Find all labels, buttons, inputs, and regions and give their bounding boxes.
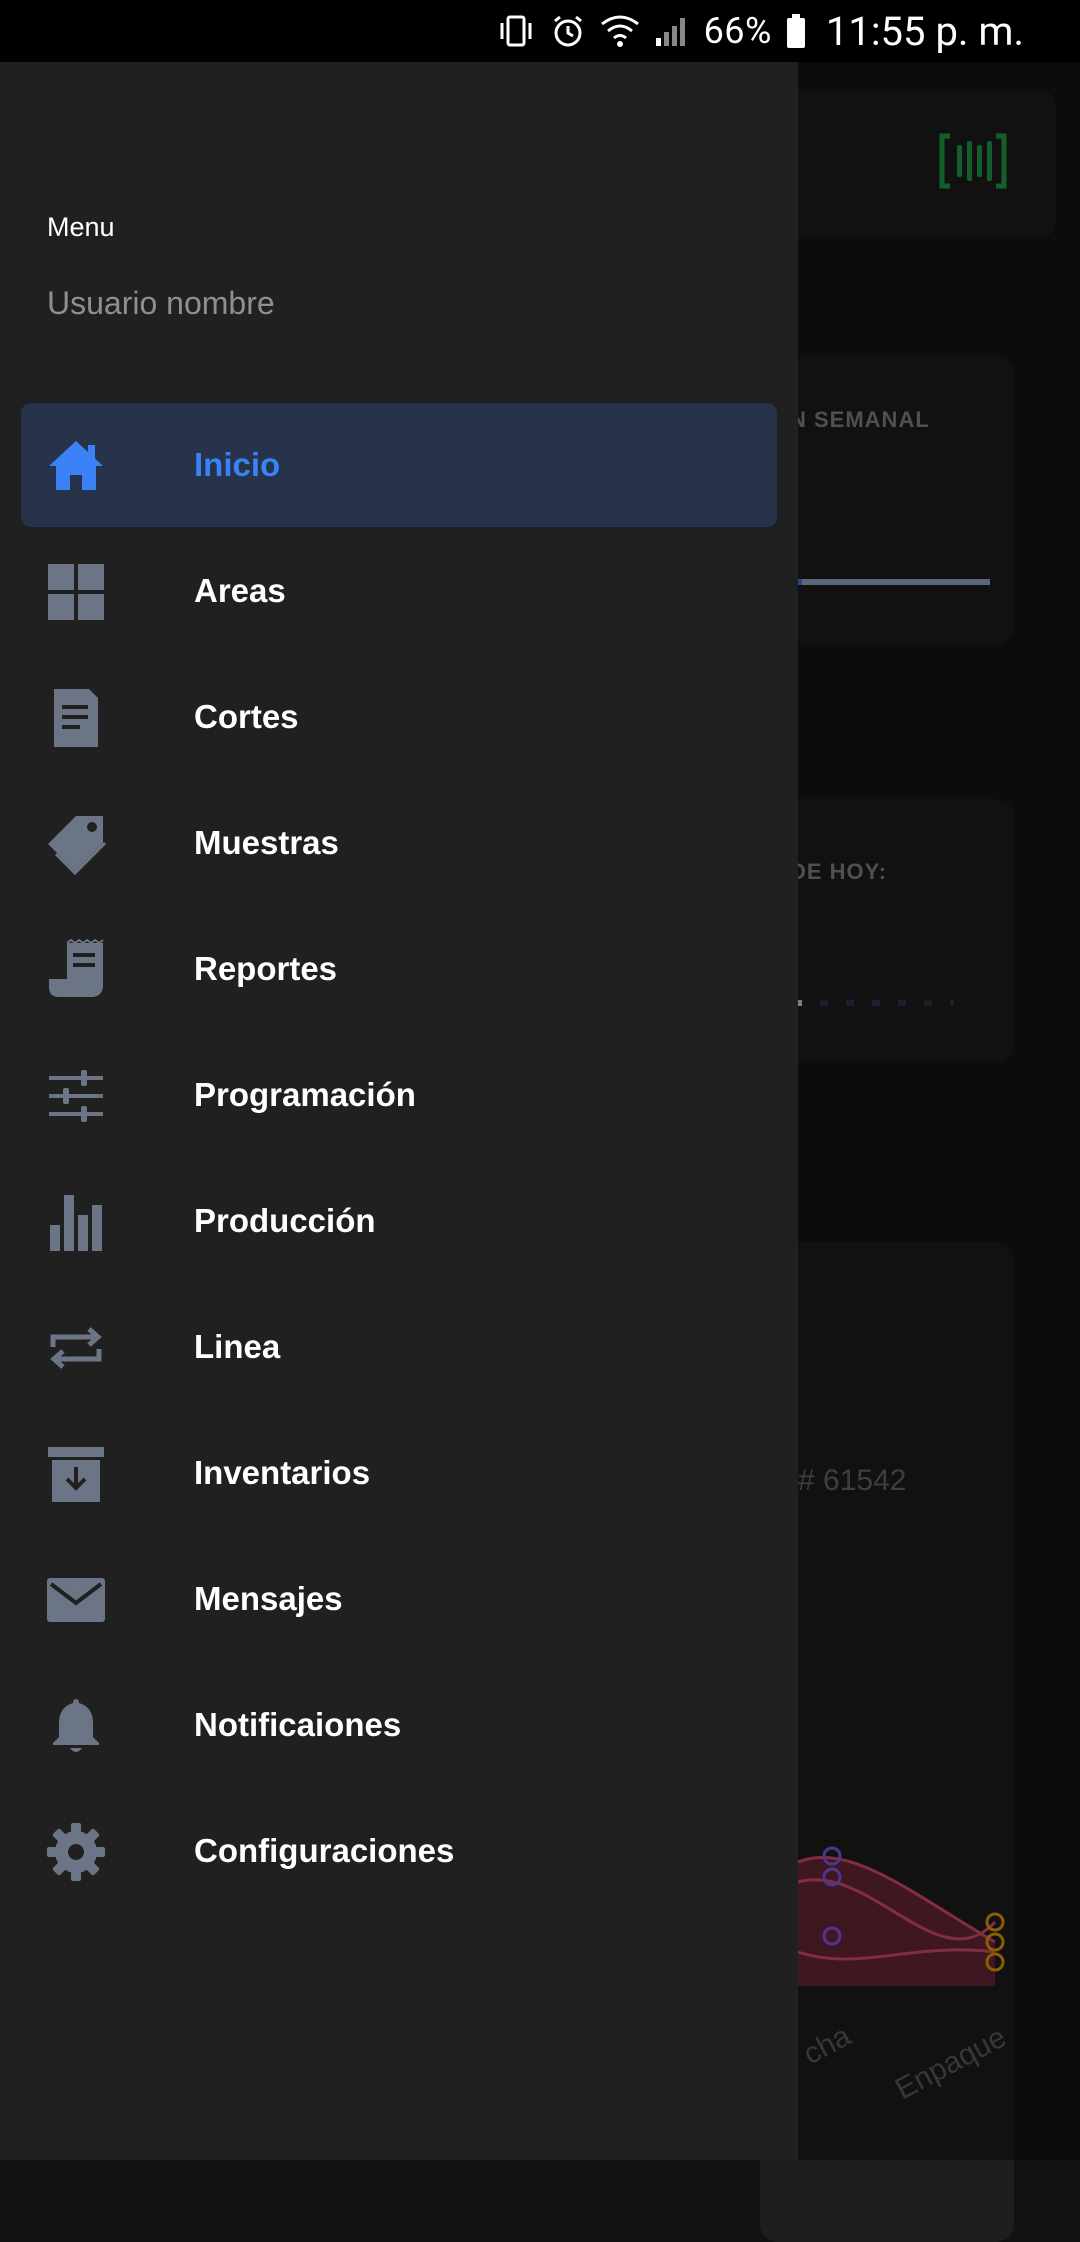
bar-chart-icon xyxy=(45,1191,107,1253)
drawer-title: Menu xyxy=(47,212,115,242)
mail-icon xyxy=(45,1569,107,1631)
menu-item-cortes[interactable]: Cortes xyxy=(21,655,777,779)
menu-item-label: Cortes xyxy=(194,698,299,735)
document-icon xyxy=(45,687,107,749)
bell-icon xyxy=(45,1695,107,1757)
sliders-icon xyxy=(45,1065,107,1127)
menu-item-label: Linea xyxy=(194,1328,281,1365)
menu-item-notificaciones[interactable]: Notificaiones xyxy=(21,1663,777,1787)
battery-percent: 66% xyxy=(703,10,772,52)
menu-item-label: Inventarios xyxy=(194,1454,371,1491)
tag-icon xyxy=(45,813,107,875)
menu-item-label: Notificaiones xyxy=(194,1706,402,1743)
home-icon xyxy=(45,435,107,497)
user-name: Usuario nombre xyxy=(47,285,275,321)
battery-icon xyxy=(786,14,805,48)
menu-item-mensajes[interactable]: Mensajes xyxy=(21,1537,777,1661)
menu-item-label: Muestras xyxy=(194,824,339,861)
menu-item-label: Programación xyxy=(194,1076,416,1113)
menu-item-label: Configuraciones xyxy=(194,1832,455,1869)
menu-item-reportes[interactable]: Reportes xyxy=(21,907,777,1031)
menu-item-produccion[interactable]: Producción xyxy=(21,1159,777,1283)
menu-item-label: Inicio xyxy=(194,446,281,483)
menu-item-areas[interactable]: Areas xyxy=(21,529,777,653)
clock: 11:55 p. m. xyxy=(825,7,1024,55)
menu-item-inventarios[interactable]: Inventarios xyxy=(21,1411,777,1535)
status-bar: 66% 11:55 p. m. xyxy=(0,0,1080,62)
wifi-icon xyxy=(600,15,639,47)
menu-item-label: Producción xyxy=(194,1202,376,1239)
gear-icon xyxy=(45,1821,107,1883)
drawer-scrim[interactable] xyxy=(798,62,1080,2160)
menu-item-programacion[interactable]: Programación xyxy=(21,1033,777,1157)
menu-item-muestras[interactable]: Muestras xyxy=(21,781,777,905)
menu-item-linea[interactable]: Linea xyxy=(21,1285,777,1409)
receipt-icon xyxy=(45,939,107,1001)
menu-item-label: Reportes xyxy=(194,950,338,987)
repeat-icon xyxy=(45,1317,107,1379)
menu-item-label: Mensajes xyxy=(194,1580,343,1617)
grid-icon xyxy=(45,561,107,623)
vibrate-icon xyxy=(500,15,532,47)
menu-item-inicio[interactable]: Inicio xyxy=(21,403,777,527)
navigation-drawer: Menu Usuario nombre Inicio Areas Cortes … xyxy=(0,62,798,2160)
alarm-icon xyxy=(553,15,582,47)
menu-item-label: Areas xyxy=(194,572,286,609)
archive-icon xyxy=(45,1443,107,1505)
signal-icon xyxy=(655,18,685,46)
menu-item-configuraciones[interactable]: Configuraciones xyxy=(21,1789,777,1913)
